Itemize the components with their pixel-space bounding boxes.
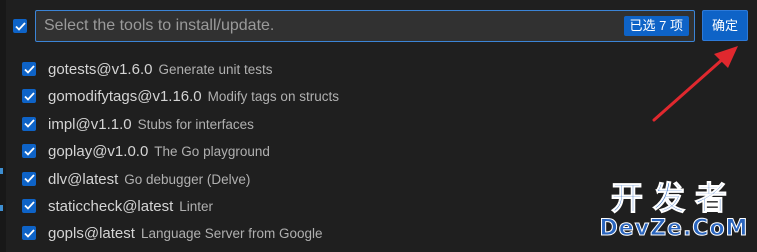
search-input[interactable] bbox=[44, 11, 604, 41]
tool-name: goplay@v1.0.0 bbox=[48, 143, 149, 161]
tool-name: gopls@latest bbox=[48, 225, 135, 243]
tool-description: Modify tags on structs bbox=[207, 89, 339, 105]
tool-description: The Go playground bbox=[154, 144, 270, 160]
tool-label: dlv@latest Go debugger (Delve) bbox=[48, 170, 250, 190]
check-icon bbox=[23, 147, 35, 156]
toggle-all-checkbox[interactable] bbox=[13, 19, 27, 33]
tool-label: gomodifytags@v1.16.0 Modify tags on struc… bbox=[48, 87, 339, 107]
check-icon bbox=[23, 229, 35, 238]
tool-label: gopls@latest Language Server from Google bbox=[48, 224, 323, 244]
tool-description: Generate unit tests bbox=[158, 62, 273, 77]
tool-checkbox[interactable] bbox=[22, 116, 36, 131]
tool-description: Language Server from Google bbox=[140, 226, 323, 242]
list-item[interactable]: goplay@v1.0.0 The Go playground bbox=[0, 138, 757, 165]
tool-name: gotests@v1.6.0 bbox=[48, 61, 153, 78]
tool-name: staticcheck@latest bbox=[48, 197, 174, 215]
tool-name: gomodifytags@v1.16.0 bbox=[48, 88, 202, 106]
watermark-logo: 开发者 DevZe.CoM bbox=[598, 180, 750, 246]
check-icon bbox=[23, 119, 35, 129]
tool-checkbox[interactable] bbox=[22, 171, 36, 186]
tool-checkbox[interactable] bbox=[22, 198, 36, 213]
tool-label: impl@v1.1.0 Stubs for interfaces bbox=[48, 115, 254, 135]
check-icon bbox=[23, 201, 35, 211]
check-icon bbox=[14, 21, 26, 31]
search-box[interactable]: 已选 7 项 bbox=[35, 10, 695, 42]
check-icon bbox=[23, 174, 35, 183]
tool-checkbox[interactable] bbox=[22, 62, 36, 76]
check-icon bbox=[23, 92, 35, 101]
watermark-domain: DevZe.CoM bbox=[599, 216, 749, 242]
tool-description: Stubs for interfaces bbox=[137, 116, 254, 132]
quick-pick-panel: 已选 7 项 确定 gotests@v1.6.0 Generate unit te… bbox=[0, 0, 757, 252]
tool-label: staticcheck@latest Linter bbox=[48, 197, 213, 217]
tool-label: gotests@v1.6.0 Generate unit tests bbox=[48, 60, 273, 80]
selected-count-badge: 已选 7 项 bbox=[623, 16, 689, 36]
tool-description: Linter bbox=[179, 198, 214, 214]
ok-button[interactable]: 确定 bbox=[702, 10, 748, 41]
tool-name: impl@v1.1.0 bbox=[48, 115, 132, 133]
watermark-title: 开发者 bbox=[610, 179, 737, 217]
tool-name: dlv@latest bbox=[48, 170, 119, 188]
red-arrow-icon bbox=[652, 46, 738, 122]
tool-checkbox[interactable] bbox=[22, 89, 36, 104]
tool-label: goplay@v1.0.0 The Go playground bbox=[48, 142, 270, 162]
tool-checkbox[interactable] bbox=[22, 144, 36, 159]
tool-description: Go debugger (Delve) bbox=[124, 171, 251, 187]
check-icon bbox=[23, 64, 35, 74]
tool-checkbox[interactable] bbox=[22, 226, 36, 241]
